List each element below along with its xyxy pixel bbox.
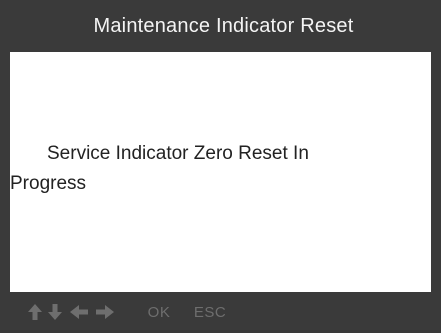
display-screen: Service Indicator Zero Reset In Progress: [10, 52, 431, 292]
arrow-down-icon[interactable]: [46, 301, 64, 323]
status-message: Service Indicator Zero Reset In Progress: [10, 143, 309, 194]
page-title: Maintenance Indicator Reset: [93, 14, 354, 37]
arrow-up-icon[interactable]: [26, 301, 44, 323]
ok-button[interactable]: OK: [137, 301, 181, 323]
esc-button[interactable]: ESC: [186, 301, 234, 323]
key-hint-bar: OK ESC: [0, 292, 441, 333]
device-frame: Maintenance Indicator Reset Service Indi…: [0, 0, 441, 333]
arrow-right-icon[interactable]: [94, 301, 116, 323]
title-bar: Maintenance Indicator Reset: [0, 0, 441, 52]
arrow-left-icon[interactable]: [68, 301, 90, 323]
